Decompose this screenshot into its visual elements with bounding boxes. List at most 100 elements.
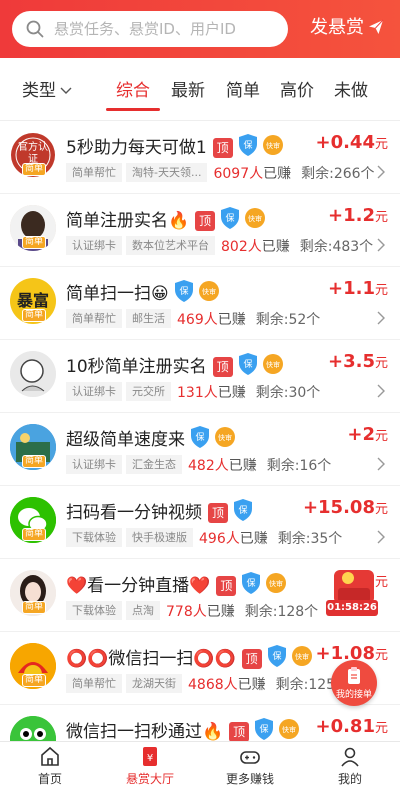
chevron-right-icon bbox=[377, 530, 385, 544]
type-filter-dropdown[interactable]: 类型 bbox=[22, 80, 72, 102]
remaining-count: 剩余:125 bbox=[275, 676, 336, 693]
filter-tabs: 类型 综合 最新 简单 高价 未做 bbox=[0, 58, 400, 120]
task-row[interactable]: 简单 超级简单速度来保 快审 认证绑卡 汇金生态 482人已赚 剩余:16个 +2元 bbox=[0, 413, 400, 486]
price-unit: 元 bbox=[374, 356, 388, 371]
fast-review-text: 快审 bbox=[269, 579, 283, 588]
task-title-text: 超级简单速度来 bbox=[66, 430, 185, 450]
nav-mine[interactable]: 我的 bbox=[300, 742, 400, 793]
remaining-count: 剩余:52个 bbox=[255, 311, 321, 328]
nav-label: 我的 bbox=[337, 772, 362, 786]
task-title: 扫码看一分钟视频顶保 bbox=[66, 498, 254, 524]
app-tag: 邮生活 bbox=[126, 309, 171, 328]
search-bar[interactable]: 悬赏任务、悬赏ID、用户ID bbox=[12, 11, 288, 47]
price-unit: 元 bbox=[374, 283, 388, 298]
category-tag: 认证绑卡 bbox=[66, 382, 122, 401]
fast-review-text: 快审 bbox=[202, 287, 216, 296]
avatar-badge: 简单 bbox=[22, 601, 47, 614]
search-placeholder: 悬赏任务、悬赏ID、用户ID bbox=[54, 20, 236, 38]
tab-simple[interactable]: 简单 bbox=[226, 80, 260, 102]
earned-count: 6097人已赚 bbox=[213, 163, 291, 183]
shield-badge-icon: 保 bbox=[221, 207, 240, 229]
task-row[interactable]: 简单 扫码看一分钟视频顶保 下载体验 快手极速版 496人已赚 剩余:35个 +15.… bbox=[0, 486, 400, 559]
nav-label: 悬赏大厅 bbox=[125, 772, 174, 786]
publish-bounty-button[interactable]: 发悬赏 bbox=[310, 17, 384, 39]
fast-review-icon: 快审 bbox=[262, 135, 283, 155]
top-tag: 顶 bbox=[216, 576, 237, 596]
tab-comprehensive[interactable]: 综合 bbox=[116, 80, 150, 102]
nav-bounty-hall[interactable]: ¥ 悬赏大厅 bbox=[100, 742, 200, 793]
shield-text: 保 bbox=[195, 431, 204, 443]
fast-review-text: 快审 bbox=[295, 652, 309, 661]
search-icon bbox=[26, 20, 44, 38]
price-value: +1.1 bbox=[328, 278, 375, 299]
tab-not-done[interactable]: 未做 bbox=[334, 80, 368, 102]
category-tag: 简单帮忙 bbox=[66, 674, 122, 693]
avatar-text: 暴富 bbox=[16, 291, 49, 310]
fast-review-icon: 快审 bbox=[262, 354, 283, 374]
my-orders-label: 我的接单 bbox=[335, 690, 372, 700]
task-meta: 下载体验 快手极速版 496人已赚 剩余:35个 bbox=[66, 527, 342, 548]
earned-count: 778人已赚 bbox=[166, 601, 235, 621]
shield-text: 保 bbox=[272, 650, 281, 662]
app-tag: 快手极速版 bbox=[126, 528, 193, 547]
tab-high-price[interactable]: 高价 bbox=[280, 80, 314, 102]
category-tag: 下载体验 bbox=[66, 528, 122, 547]
earned-number: 4868人 bbox=[188, 676, 238, 693]
nav-label: 首页 bbox=[37, 772, 62, 786]
earned-number: 496人 bbox=[199, 530, 240, 547]
shield-badge-icon: 保 bbox=[255, 718, 274, 740]
price-unit: 元 bbox=[374, 721, 388, 736]
shield-text: 保 bbox=[247, 577, 256, 589]
earned-count: 469人已赚 bbox=[177, 309, 246, 329]
remaining-count: 剩余:483个 bbox=[299, 238, 374, 255]
task-title-text: 简单扫一扫😀 bbox=[66, 284, 169, 304]
task-row[interactable]: 官方认证 简单 5秒助力每天可做1 顶保快审 简单帮忙 淘特-天天领... 6097人… bbox=[0, 121, 400, 194]
app-tag: 点淘 bbox=[126, 601, 160, 620]
price-unit: 元 bbox=[374, 137, 388, 152]
top-tag: 顶 bbox=[208, 503, 228, 523]
price-value: +0.81 bbox=[315, 716, 375, 737]
shield-badge-icon: 保 bbox=[238, 353, 257, 375]
task-row[interactable]: 微信扫一扫秒通过🔥 顶保 快审 +0.81元 bbox=[0, 705, 400, 741]
task-title: 5秒助力每天可做1 顶保 快审 bbox=[66, 133, 284, 159]
active-tab-indicator bbox=[106, 108, 160, 111]
nav-more-earnings[interactable]: 更多赚钱 bbox=[200, 742, 300, 793]
task-title-text: 微信扫一扫秒通过🔥 bbox=[66, 722, 224, 741]
task-row[interactable]: 10秒简单注册实名顶保 快审 认证绑卡 元交所 131人已赚 剩余:30个 +3.5元 bbox=[0, 340, 400, 413]
my-orders-button[interactable]: 我的接单 bbox=[331, 660, 377, 706]
task-title: ❤️看一分钟直播❤️ 顶保 快审 bbox=[66, 571, 287, 597]
task-meta: 认证绑卡 汇金生态 482人已赚 剩余:16个 bbox=[66, 454, 331, 475]
price-unit: 元 bbox=[374, 648, 388, 663]
tab-newest[interactable]: 最新 bbox=[171, 80, 205, 102]
countdown-timer[interactable]: 01:58:26 bbox=[326, 600, 378, 616]
earned-count: 802人已赚 bbox=[221, 236, 290, 256]
shield-text: 保 bbox=[238, 504, 247, 516]
chevron-down-icon bbox=[60, 87, 72, 94]
task-avatar bbox=[10, 716, 56, 741]
price-value: +15.08 bbox=[302, 497, 375, 518]
remaining-count: 剩余:128个 bbox=[244, 603, 319, 620]
price-unit: 元 bbox=[374, 210, 388, 225]
task-meta: 认证绑卡 数本位艺术平台 802人已赚 剩余:483个 bbox=[66, 235, 373, 256]
fast-review-icon: 快审 bbox=[279, 719, 300, 739]
top-header: 悬赏任务、悬赏ID、用户ID 发悬赏 bbox=[0, 0, 400, 58]
publish-label: 发悬赏 bbox=[310, 17, 364, 38]
nav-home[interactable]: 首页 bbox=[0, 742, 100, 793]
app-tag: 龙湖天街 bbox=[126, 674, 182, 693]
home-icon bbox=[41, 746, 59, 766]
task-title-text: ❤️看一分钟直播❤️ bbox=[66, 576, 211, 596]
remaining-count: 剩余:16个 bbox=[266, 457, 332, 474]
paper-plane-icon bbox=[369, 19, 384, 34]
remaining-count: 剩余:266个 bbox=[301, 165, 375, 182]
shield-badge-icon: 保 bbox=[242, 572, 261, 594]
shield-badge-icon: 保 bbox=[234, 499, 252, 521]
task-row[interactable]: 暴富 简单 简单扫一扫😀 保 快审 简单帮忙 邮生活 469人已赚 剩余:52个 +1.1… bbox=[0, 267, 400, 340]
earned-number: 802人 bbox=[221, 238, 262, 255]
earned-suffix: 已赚 bbox=[206, 603, 235, 620]
avatar-badge: 简单 bbox=[22, 455, 47, 468]
task-title: 超级简单速度来保 快审 bbox=[66, 425, 236, 451]
task-meta: 简单帮忙 邮生活 469人已赚 剩余:52个 bbox=[66, 308, 320, 329]
task-list: 官方认证 简单 5秒助力每天可做1 顶保快审 简单帮忙 淘特-天天领... 6097人… bbox=[0, 121, 400, 741]
task-row[interactable]: 简单 简单注册实名🔥 顶保快审 认证绑卡 数本位艺术平台 802人已赚 剩余:483个 … bbox=[0, 194, 400, 267]
top-tag: 顶 bbox=[212, 357, 233, 377]
